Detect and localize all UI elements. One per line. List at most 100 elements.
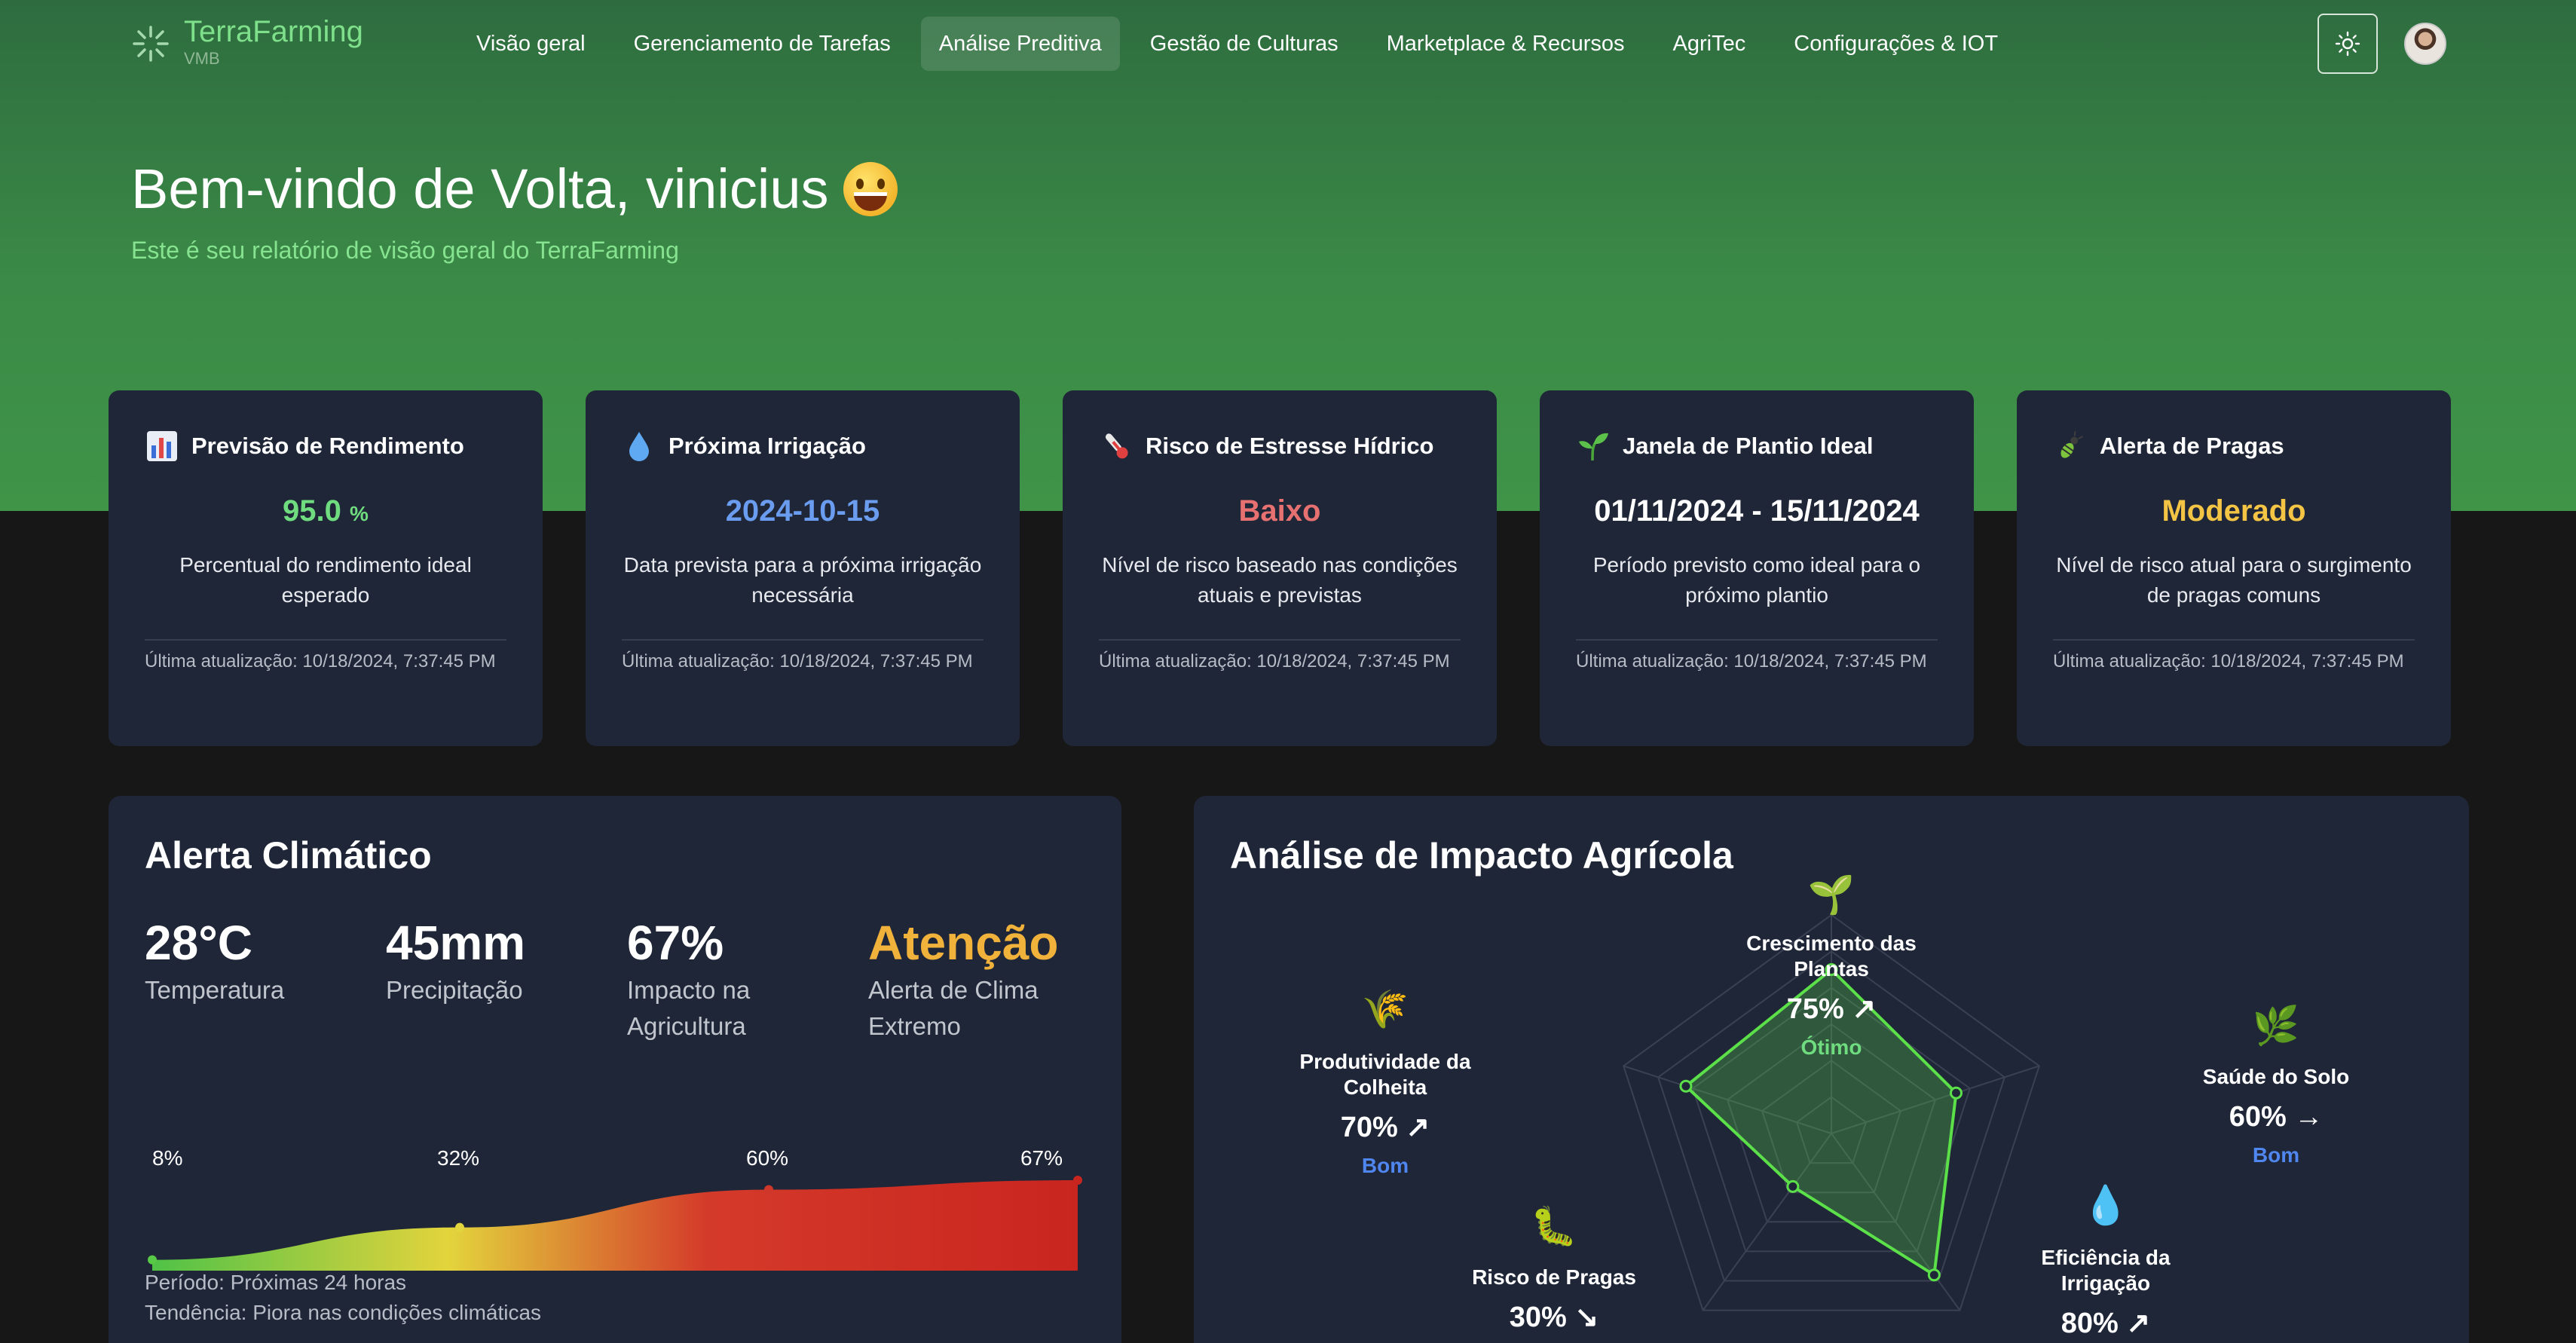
radar-axis-name: Colheita [1344,1075,1427,1099]
nav-configuracoes-iot[interactable]: Configurações & IOT [1776,17,2016,71]
card-yield-forecast: Previsão de Rendimento 95.0 % Percentual… [109,390,543,746]
brand-subtitle: VMB [184,49,220,68]
radar-point[interactable] [1679,1079,1693,1093]
nav-links: Visão geral Gerenciamento de Tarefas Aná… [458,17,2016,71]
radar-axis-label: 💧 Eficiência daIrrigação 80% ↗ [2041,1183,2171,1339]
welcome-heading: Bem-vindo de Volta, vinicius [131,157,898,221]
card-updated: Última atualização: 10/18/2024, 7:37:45 … [622,651,973,672]
radar-axis-name: Crescimento das [1746,932,1917,955]
nav-analise-preditiva[interactable]: Análise Preditiva [920,17,1120,71]
climate-trend-chart: 8% 32% 60% 67% [148,1146,1082,1271]
nav-gestao-culturas[interactable]: Gestão de Culturas [1132,17,1357,71]
card-next-irrigation: Próxima Irrigação 2024-10-15 Data previs… [586,390,1020,746]
trend-point [148,1255,157,1265]
metric-value: 67% [627,916,724,970]
trend-label: 32% [437,1146,479,1170]
metric-precipitation: 45mm Precipitação [386,916,612,1008]
card-pest-alert: Alerta de Pragas Moderado Nível de risco… [2017,390,2451,746]
bar-chart-icon [147,431,177,461]
radar-axis-name: Plantas [1794,957,1869,980]
theme-toggle-button[interactable] [2317,14,2378,74]
sparkle-logo-icon [133,26,169,62]
brand-name: TerraFarming [184,15,363,48]
nav-gerenciamento-tarefas[interactable]: Gerenciamento de Tarefas [616,17,909,71]
card-description: Nível de risco baseado nas condições atu… [1102,553,1458,607]
card-value: Baixo [1238,494,1321,528]
user-avatar[interactable] [2404,23,2446,65]
radar-axis-name: Saúde do Solo [2203,1065,2349,1088]
card-updated: Última atualização: 10/18/2024, 7:37:45 … [1099,651,1450,672]
bug-icon: 🐛 [1531,1204,1577,1247]
card-title: Alerta de Pragas [2100,433,2284,459]
top-nav: TerraFarming VMB Visão geral Gerenciamen… [0,0,2576,87]
radar-axis-value: 70% ↗ [1341,1112,1430,1143]
welcome-text: Bem-vindo de Volta, vinicius [131,158,829,220]
card-water-stress-risk: Risco de Estresse Hídrico Baixo Nível de… [1063,390,1497,746]
radar-axis-name: Eficiência da [2041,1246,2171,1269]
trend-point [1073,1176,1082,1185]
radar-axis-status: Bom [2253,1143,2299,1167]
card-updated: Última atualização: 10/18/2024, 7:37:45 … [1576,651,1927,672]
card-updated: Última atualização: 10/18/2024, 7:37:45 … [145,651,496,672]
nav-marketplace-recursos[interactable]: Marketplace & Recursos [1369,17,1643,71]
panel-title: Alerta Climático [145,834,432,876]
radar-axis-label: 🐛 Risco de Pragas 30% ↘ [1472,1204,1636,1333]
metric-temperature: 28°C Temperatura [145,916,371,1008]
radar-point[interactable] [1949,1086,1963,1100]
seedling-icon [1579,433,1608,461]
welcome-subtitle: Este é seu relatório de visão geral do T… [131,237,679,264]
impact-radar-chart: 🌱 Crescimento dasPlantas 75% ↗ Ótimo 🌿 Saúde … [1299,873,2349,1339]
trend-point [455,1222,464,1232]
radar-axis-label: 🌾 Produtividade daColheita 70% ↗ Bom [1299,988,1471,1177]
sun-icon [2335,31,2360,57]
radar-axis-value: 30% ↘ [1510,1302,1599,1333]
forecast-trend: Tendência: Piora nas condições climática… [145,1301,542,1324]
metric-label: Alerta de Clima Extremo [868,976,1039,1040]
metric-label: Precipitação [386,976,523,1004]
card-updated: Última atualização: 10/18/2024, 7:37:45 … [2053,651,2404,672]
metric-extreme-alert: Atenção Alerta de Clima Extremo [868,916,1094,1045]
card-title: Janela de Plantio Ideal [1623,433,1874,459]
divider [1576,639,1938,641]
droplet-icon [629,432,649,461]
forecast-period: Período: Próximas 24 horas [145,1271,407,1294]
card-description: Data prevista para a próxima irrigação n… [623,553,982,607]
radar-axis-value: 75% ↗ [1787,993,1876,1025]
radar-axis-name: Produtividade da [1299,1050,1471,1073]
trend-label: 67% [1020,1146,1063,1170]
card-title: Risco de Estresse Hídrico [1146,433,1434,459]
climate-alert-panel: Alerta Climático 28°C Temperatura 45mm P… [109,796,1121,1343]
card-description: Período previsto como ideal para o próxi… [1592,553,1921,607]
divider [622,639,984,641]
radar-point[interactable] [1786,1179,1800,1193]
card-description: Nível de risco atual para o surgimento d… [2056,553,2412,607]
impact-analysis-panel: Análise de Impacto Agrícola 🌱 Crescimento… [1194,796,2469,1343]
nav-agritec[interactable]: AgriTec [1655,17,1764,71]
trend-label: 8% [152,1146,182,1170]
grinning-face-icon [843,161,898,216]
trend-area [152,1180,1078,1271]
card-value: 2024-10-15 [725,494,880,528]
card-description: Percentual do rendimento ideal esperado [179,553,472,607]
radar-axis-label: 🌿 Saúde do Solo 60% → Bom [2203,1004,2349,1167]
radar-axis-status: Bom [1362,1154,1409,1177]
card-value: 01/11/2024 - 15/11/2024 [1594,494,1920,528]
radar-axis-name: Risco de Pragas [1472,1265,1636,1289]
divider [2053,639,2415,641]
thermometer-icon [1105,433,1128,459]
radar-axis-status: Ótimo [1801,1036,1862,1059]
metric-label: Impacto na Agricultura [627,976,751,1040]
herb-icon: 🌿 [2253,1004,2299,1047]
card-title: Próxima Irrigação [668,433,866,459]
brand-logo[interactable]: TerraFarming VMB [131,15,363,69]
radar-point[interactable] [1927,1268,1941,1282]
card-value-unit: % [350,502,369,525]
card-title: Previsão de Rendimento [191,433,464,459]
divider [145,639,506,641]
card-value: 95.0 % [145,494,506,532]
seedling-icon: 🌱 [1808,873,1855,916]
droplet-icon: 💧 [2082,1183,2129,1226]
nav-visao-geral[interactable]: Visão geral [458,17,604,71]
trend-point [764,1185,773,1195]
metric-value: Atenção [868,916,1059,970]
